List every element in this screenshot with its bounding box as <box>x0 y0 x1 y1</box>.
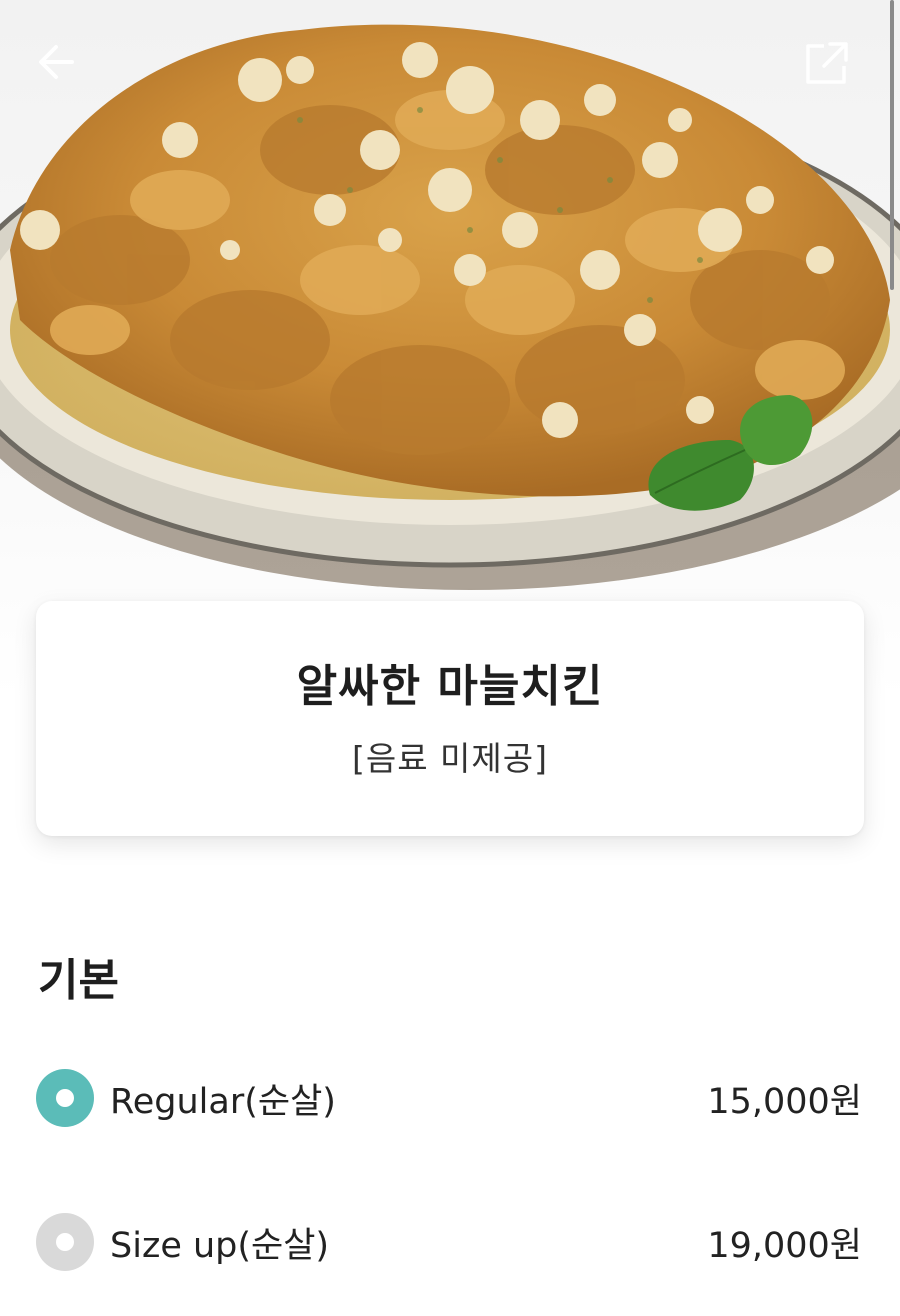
share-external-icon <box>806 42 848 84</box>
option-label: Regular(순살) <box>110 1081 336 1122</box>
share-button[interactable] <box>804 40 864 100</box>
product-name: 알싸한 마늘치킨 <box>296 660 604 712</box>
radio-selected-icon[interactable] <box>36 1069 94 1127</box>
product-note: [음료 미제공] <box>351 738 549 778</box>
back-button[interactable] <box>34 40 94 100</box>
option-price: 19,000원 <box>707 1225 862 1266</box>
product-title-card: 알싸한 마늘치킨 [음료 미제공] <box>36 601 864 836</box>
scrollbar[interactable] <box>890 0 894 290</box>
chicken-dish-illustration <box>0 24 900 590</box>
arrow-left-icon <box>39 45 74 79</box>
option-price: 15,000원 <box>707 1081 862 1122</box>
option-label: Size up(순살) <box>110 1225 330 1266</box>
product-hero-image <box>0 0 900 700</box>
radio-unselected-icon[interactable] <box>36 1213 94 1271</box>
option-row-size-up[interactable]: Size up(순살) 19,000원 <box>36 1212 862 1272</box>
options-section-title: 기본 <box>38 955 119 1006</box>
option-row-regular[interactable]: Regular(순살) 15,000원 <box>36 1068 862 1128</box>
